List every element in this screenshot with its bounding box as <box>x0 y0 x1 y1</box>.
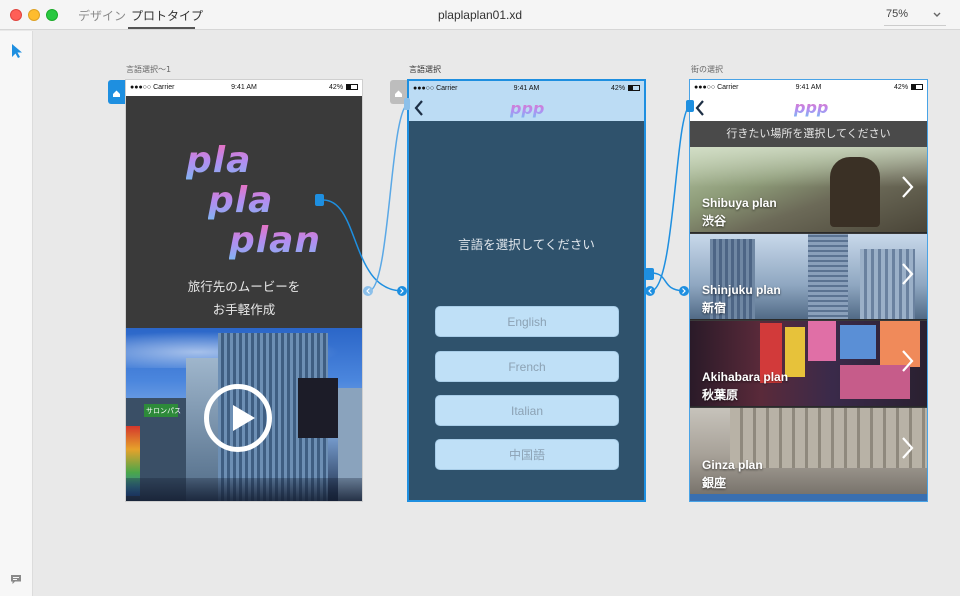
connector-wire <box>368 103 409 292</box>
link-handle <box>686 100 694 112</box>
connector-wire <box>322 199 403 292</box>
link-arrow-icon <box>363 286 373 296</box>
link-handle <box>404 98 410 110</box>
connector-wire <box>650 105 691 292</box>
prototype-connectors <box>315 98 694 296</box>
link-arrow-icon <box>679 286 689 296</box>
link-handle <box>645 268 654 280</box>
link-arrow-icon <box>645 286 655 296</box>
link-arrow-icon <box>397 286 407 296</box>
link-handle <box>315 194 324 206</box>
